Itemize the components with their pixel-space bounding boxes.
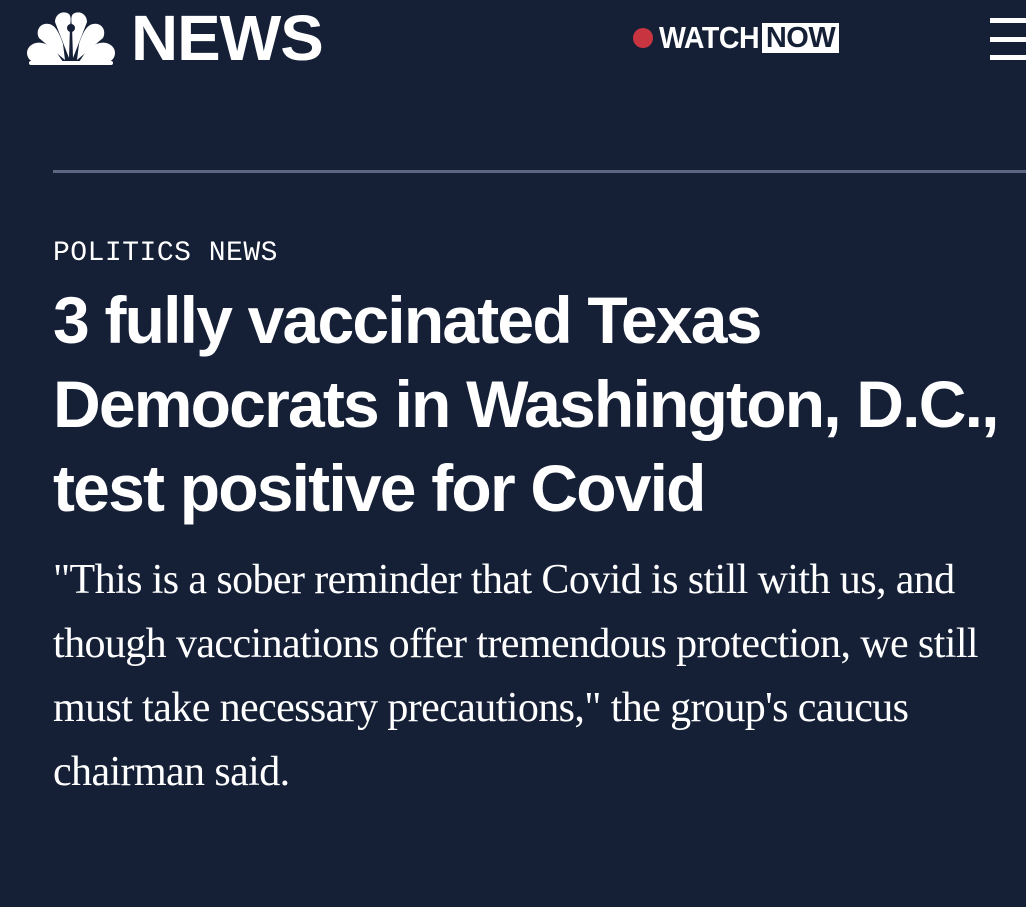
logo-text: NEWS [131, 2, 324, 74]
now-badge: NOW [761, 23, 840, 53]
nbc-peacock-icon [27, 12, 115, 65]
menu-bar [990, 55, 1026, 60]
menu-bar [990, 18, 1026, 23]
nbc-news-logo[interactable]: NEWS [25, 6, 324, 70]
article-header: POLITICS NEWS 3 fully vaccinated Texas D… [53, 236, 1003, 804]
site-header: NEWS WATCH NOW [0, 0, 1026, 78]
article-headline: 3 fully vaccinated Texas Democrats in Wa… [53, 283, 999, 525]
live-dot-icon [633, 28, 653, 48]
header-divider [53, 170, 1026, 173]
watch-label: WATCH [659, 20, 760, 55]
menu-bar [990, 37, 1026, 42]
section-label[interactable]: POLITICS NEWS [53, 236, 278, 272]
watch-now-button[interactable]: WATCH NOW [633, 20, 840, 55]
hamburger-menu-icon[interactable] [990, 18, 1026, 62]
article-dek: "This is a sober reminder that Covid is … [53, 557, 979, 795]
